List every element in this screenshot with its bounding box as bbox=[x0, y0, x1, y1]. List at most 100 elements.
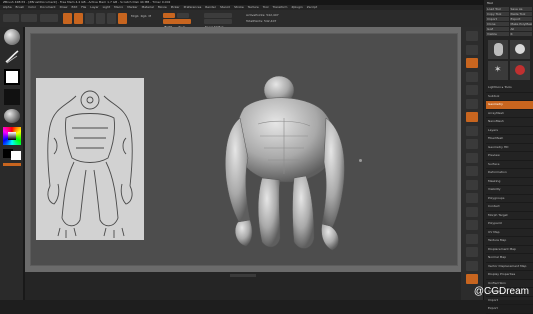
material-icon[interactable] bbox=[4, 109, 20, 123]
menu-item-draw[interactable]: Draw bbox=[60, 5, 68, 9]
tool-button-load-tool[interactable]: Load Tool bbox=[486, 7, 509, 11]
tool-section-vector-displacement-map[interactable]: Vector Displacement Map bbox=[486, 263, 533, 271]
polyf-icon[interactable] bbox=[466, 220, 478, 230]
switch-color-button[interactable] bbox=[3, 163, 21, 166]
bottom-scroll-handle[interactable] bbox=[230, 274, 256, 277]
menu-item-tool[interactable]: Tool bbox=[263, 5, 269, 9]
menu-item-file[interactable]: File bbox=[81, 5, 86, 9]
scale-button[interactable]: Scale bbox=[96, 13, 105, 36]
bpr-icon[interactable] bbox=[466, 31, 478, 41]
mrgb-toggle[interactable]: Mrgb bbox=[131, 14, 139, 18]
material-swatch-button[interactable] bbox=[118, 13, 127, 24]
tool-section-polygroups[interactable]: Polygroups bbox=[486, 195, 533, 203]
transp-icon[interactable] bbox=[466, 233, 478, 244]
tool-section-geometry[interactable]: Geometry bbox=[486, 101, 533, 110]
lightbox-button[interactable]: LightBox bbox=[3, 14, 19, 32]
z-intensity-slider[interactable]: Z Intensity 25 bbox=[163, 19, 191, 35]
tool-section-deformation[interactable]: Deformation bbox=[486, 169, 533, 178]
brush-icon[interactable] bbox=[4, 29, 20, 45]
draw-button[interactable]: Draw bbox=[74, 13, 83, 36]
persp-icon[interactable] bbox=[466, 112, 478, 122]
menu-item-edit[interactable]: Edit bbox=[71, 5, 77, 9]
tool-section-arraymesh[interactable]: ArrayMesh bbox=[486, 110, 533, 118]
live-boolean-button[interactable]: Live Boolean bbox=[40, 14, 60, 32]
tool-section-subtool[interactable]: Subtool bbox=[486, 93, 533, 101]
move-button[interactable]: Move bbox=[85, 13, 94, 36]
tool-button-goz[interactable]: GoZ bbox=[486, 27, 509, 31]
tool-button-save-as[interactable]: Save As bbox=[509, 7, 532, 11]
alpha-icon[interactable] bbox=[4, 69, 20, 85]
tool-section-uv-map[interactable]: UV Map bbox=[486, 229, 533, 237]
document-viewport[interactable] bbox=[30, 33, 458, 266]
draw-size-slider[interactable]: Draw Size 64 bbox=[204, 19, 232, 35]
menu-item-movie[interactable]: Movie bbox=[158, 5, 167, 9]
secondary-color-swatch[interactable] bbox=[11, 151, 21, 160]
tool-section-masking[interactable]: Masking bbox=[486, 178, 533, 186]
xpose-icon[interactable] bbox=[466, 274, 478, 284]
aahalf-icon[interactable] bbox=[466, 98, 478, 109]
rgb-toggle[interactable]: Rgb bbox=[141, 14, 147, 18]
tool-section-nanomesh[interactable]: NanoMesh bbox=[486, 118, 533, 127]
tool-thumb-figure[interactable] bbox=[488, 40, 508, 59]
solo-icon[interactable] bbox=[466, 260, 478, 271]
menu-item-alpha[interactable]: Alpha bbox=[3, 5, 12, 9]
spotlight-button[interactable]: Spotlight bbox=[21, 14, 37, 32]
menu-item-render[interactable]: Render bbox=[205, 5, 216, 9]
texture-icon[interactable] bbox=[4, 89, 20, 105]
tool-button-import[interactable]: Import bbox=[486, 17, 509, 21]
menu-item-transform[interactable]: Transform bbox=[273, 5, 288, 9]
tool-section-export[interactable]: Export bbox=[486, 305, 533, 314]
tool-button-clone[interactable]: Clone bbox=[486, 22, 509, 26]
ghost-icon[interactable] bbox=[466, 247, 478, 257]
zsub-button[interactable]: Zsub bbox=[177, 13, 189, 29]
tool-thumb-sphere[interactable] bbox=[510, 40, 530, 59]
floor-icon[interactable] bbox=[466, 125, 478, 136]
tool-section-fibermesh[interactable]: FiberMesh bbox=[486, 135, 533, 144]
menu-item-marker[interactable]: Marker bbox=[127, 5, 137, 9]
tool-section-visibility[interactable]: Visibility bbox=[486, 186, 533, 195]
rotate-icon[interactable] bbox=[466, 206, 478, 217]
zadd-button[interactable]: Zadd bbox=[163, 13, 175, 29]
tool-section-geometry-hd[interactable]: Geometry HD bbox=[486, 144, 533, 152]
rotate-button[interactable]: Rotate bbox=[107, 13, 117, 36]
tool-button-r[interactable]: R bbox=[509, 32, 532, 36]
tool-section-surface[interactable]: Surface bbox=[486, 161, 533, 169]
tool-button-all[interactable]: All bbox=[509, 27, 532, 31]
edit-button[interactable]: Edit bbox=[63, 13, 72, 36]
tool-button-make-polymesh3d[interactable]: Make PolyMesh3D bbox=[509, 22, 532, 26]
actual-icon[interactable] bbox=[466, 85, 478, 95]
zoom-icon[interactable] bbox=[466, 71, 478, 82]
tool-button-export[interactable]: Export bbox=[509, 17, 532, 21]
tool-section-layers[interactable]: Layers bbox=[486, 127, 533, 135]
stroke-icon[interactable] bbox=[4, 49, 20, 65]
menu-item-stroke[interactable]: Stroke bbox=[234, 5, 244, 9]
tool-section-preview[interactable]: Preview bbox=[486, 152, 533, 161]
move-icon[interactable] bbox=[466, 179, 478, 190]
color-picker-icon[interactable] bbox=[3, 127, 21, 145]
menu-item-zplugin[interactable]: Zplugin bbox=[291, 5, 302, 9]
tool-section-display-properties[interactable]: Display Properties bbox=[486, 271, 533, 280]
tool-section-import[interactable]: Import bbox=[486, 297, 533, 305]
sculpt-model[interactable] bbox=[214, 74, 359, 264]
tool-section-polypaint[interactable]: Polypaint bbox=[486, 220, 533, 229]
menu-item-brush[interactable]: Brush bbox=[16, 5, 25, 9]
tool-thumb-star[interactable]: ✶ bbox=[488, 61, 508, 80]
tool-thumb-red[interactable] bbox=[510, 61, 530, 80]
menu-item-stencil[interactable]: Stencil bbox=[220, 5, 230, 9]
tool-section-displacement-map[interactable]: Displacement Map bbox=[486, 246, 533, 254]
menu-item-macro[interactable]: Macro bbox=[114, 5, 123, 9]
scroll-icon[interactable] bbox=[466, 58, 478, 68]
tool-section-normal-map[interactable]: Normal Map bbox=[486, 254, 533, 263]
menu-item-texture[interactable]: Texture bbox=[248, 5, 259, 9]
scale-icon[interactable] bbox=[466, 193, 478, 203]
menu-item-picker[interactable]: Picker bbox=[171, 5, 180, 9]
tool-section-morph-target[interactable]: Morph Target bbox=[486, 212, 533, 220]
tool-button-paste-tool[interactable]: Paste Tool bbox=[509, 12, 532, 16]
menu-item-layer[interactable]: Layer bbox=[90, 5, 98, 9]
tool-section-contact[interactable]: Contact bbox=[486, 203, 533, 212]
menu-item-preferences[interactable]: Preferences bbox=[184, 5, 202, 9]
frame-icon[interactable] bbox=[466, 166, 478, 176]
tool-button-copy-tool[interactable]: Copy Tool bbox=[486, 12, 509, 16]
menu-item-light[interactable]: Light bbox=[103, 5, 111, 9]
local-icon[interactable] bbox=[466, 139, 478, 149]
